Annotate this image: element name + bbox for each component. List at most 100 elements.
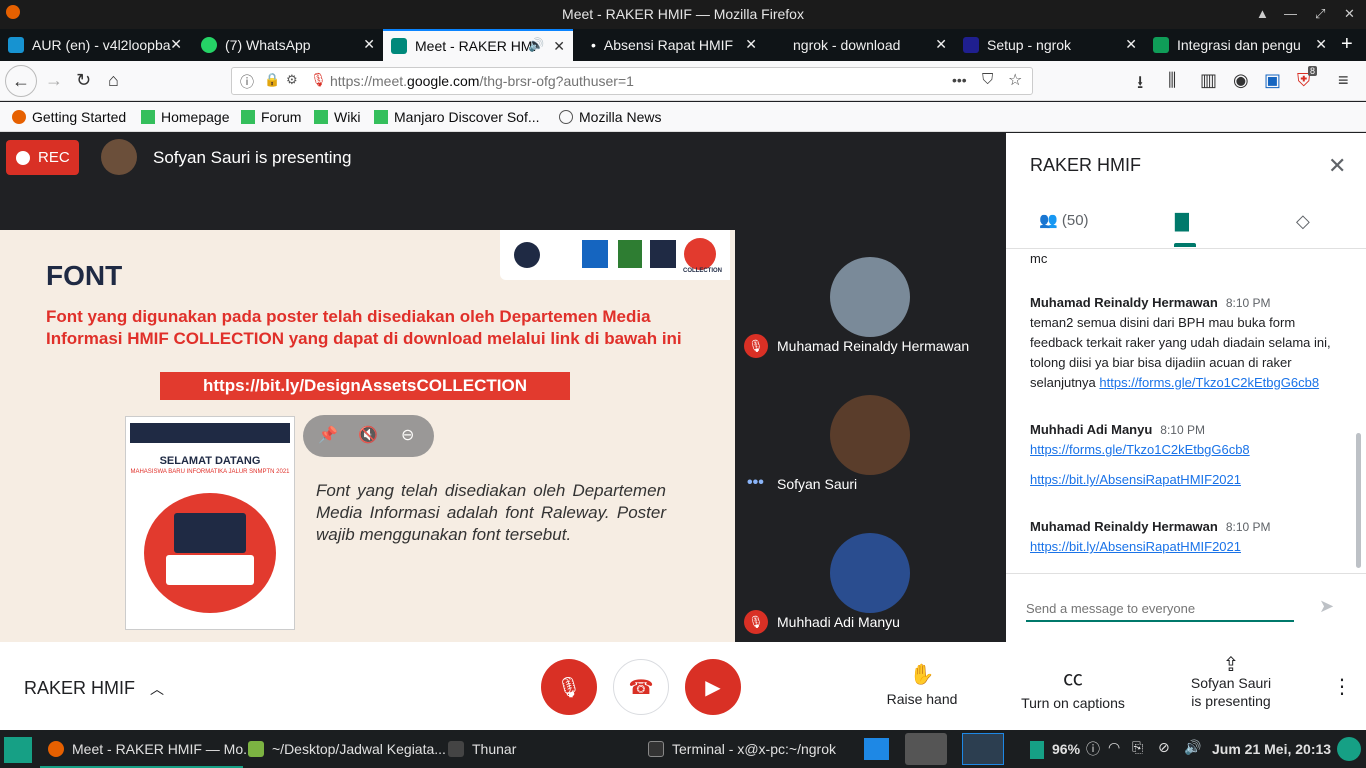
workspace-2-icon[interactable] <box>905 733 947 765</box>
wifi-icon[interactable]: ◠ <box>1108 739 1120 756</box>
camera-off-button[interactable]: ▶ <box>685 659 741 715</box>
clock[interactable]: Jum 21 Mei, 20:13 <box>1212 741 1331 757</box>
library-icon[interactable]: ⫼ <box>1168 70 1176 91</box>
send-icon[interactable]: ➤ <box>1319 596 1334 617</box>
mic-muted-icon[interactable]: ⊘ <box>1158 739 1170 756</box>
keep-above-icon[interactable]: ▲ <box>1256 6 1269 21</box>
taskbar-item-thunar[interactable]: Thunar <box>448 741 516 757</box>
raise-hand-button[interactable]: ✋ Raise hand <box>886 662 958 707</box>
close-tab-icon[interactable]: ✕ <box>1315 36 1327 53</box>
new-tab-icon[interactable]: + <box>1341 33 1353 56</box>
bookmark-star-icon[interactable]: ☆ <box>1008 70 1022 90</box>
message-link[interactable]: https://bit.ly/AbsensiRapatHMIF2021 <box>1030 472 1241 487</box>
message-link[interactable]: https://forms.gle/Tkzo1C2kEtbgG6cb8 <box>1030 442 1250 457</box>
forward-icon[interactable]: → <box>45 70 63 91</box>
workspace-3-icon[interactable] <box>962 733 1004 765</box>
bookmark-homepage[interactable]: Homepage <box>141 109 230 125</box>
close-window-icon[interactable]: ✕ <box>1344 6 1355 22</box>
mute-tile-icon[interactable]: 🔇 <box>358 425 378 445</box>
attachment-icon[interactable]: ⎘ <box>1132 739 1143 756</box>
pin-icon[interactable]: 📌 <box>318 425 338 445</box>
tab-people[interactable]: 👥 (50) <box>1039 211 1089 229</box>
mic-off-icon: 🎙 <box>744 334 768 358</box>
url-bar[interactable]: ⓘ 🔒 ⚙ 🎙 https://meet.google.com/thg-brsr… <box>231 67 1033 95</box>
manjaro-icon <box>141 110 155 124</box>
notification-icon[interactable]: ⓘ <box>1086 739 1100 759</box>
rec-label: REC <box>38 149 70 166</box>
workspace-1-icon[interactable] <box>864 738 889 760</box>
close-tab-icon[interactable]: ✕ <box>553 38 565 55</box>
power-icon[interactable] <box>1337 737 1361 761</box>
microphone-permission-icon[interactable]: 🎙 <box>310 72 327 88</box>
menu-icon[interactable]: ≡ <box>1338 70 1349 91</box>
present-button[interactable]: ⇪ Sofyan Sauri is presenting <box>1186 655 1276 710</box>
tab-ngrok-setup[interactable]: Setup - ngrok ✕ <box>955 29 1145 61</box>
sidebar-icon[interactable]: ▥ <box>1200 70 1217 91</box>
tab-whatsapp[interactable]: (7) WhatsApp ✕ <box>193 29 383 61</box>
taskbar-item-terminal[interactable]: Terminal - x@x-pc:~/ngrok <box>648 741 836 757</box>
pocket-icon[interactable]: ⛉ <box>982 71 993 88</box>
tab-activities[interactable]: ◇ <box>1296 211 1310 232</box>
close-panel-icon[interactable]: ✕ <box>1328 153 1346 179</box>
manjaro-icon <box>241 110 255 124</box>
message-link[interactable]: https://forms.gle/Tkzo1C2kEtbgG6cb8 <box>1099 375 1319 390</box>
more-options-icon[interactable]: ⋮ <box>1332 674 1352 699</box>
chat-scrollbar[interactable] <box>1356 433 1361 568</box>
meeting-details[interactable]: RAKER HMIF ︿ <box>24 678 164 699</box>
taskbar-item-editor[interactable]: ~/Desktop/Jadwal Kegiata... <box>248 741 446 757</box>
ngrok-icon <box>963 37 979 53</box>
permissions-icon[interactable]: ⚙ <box>286 72 298 88</box>
tab-aur[interactable]: AUR (en) - v4l2loopba ✕ <box>0 29 190 61</box>
bookmark-label: Mozilla News <box>579 109 662 125</box>
sheets-icon <box>1153 37 1169 53</box>
captions-button[interactable]: ㏄ Turn on captions <box>1018 662 1128 711</box>
captions-icon: ㏄ <box>1063 668 1083 690</box>
leave-call-button[interactable]: ☎ <box>613 659 669 715</box>
page-actions-icon[interactable]: ••• <box>952 72 967 88</box>
info-icon[interactable]: ⓘ <box>240 72 254 92</box>
home-icon[interactable]: ⌂ <box>108 70 119 91</box>
taskbar-label: Meet - RAKER HMIF — Mo... <box>72 741 255 757</box>
reload-icon[interactable]: ↻ <box>76 70 91 91</box>
hand-icon: ✋ <box>909 664 935 686</box>
message-time: 8:10 PM <box>1225 296 1271 310</box>
close-tab-icon[interactable]: ✕ <box>363 36 375 53</box>
tab-chat[interactable]: ▇ <box>1175 211 1189 232</box>
bookmark-wiki[interactable]: Wiki <box>314 109 360 125</box>
close-tab-icon[interactable]: ✕ <box>170 36 182 53</box>
tab-label: ngrok - download <box>793 37 901 53</box>
back-icon[interactable]: ← <box>5 65 37 97</box>
lock-icon[interactable]: 🔒 <box>264 72 280 88</box>
bookmark-forum[interactable]: Forum <box>241 109 301 125</box>
microphone-off-button[interactable]: 🎙 <box>541 659 597 715</box>
app-menu-icon[interactable] <box>4 737 32 763</box>
close-tab-icon[interactable]: ✕ <box>1125 36 1137 53</box>
account-icon[interactable]: ◉ <box>1233 70 1249 91</box>
tab-meet[interactable]: Meet - RAKER HMI 🔊 ✕ <box>383 29 573 61</box>
extension-icon[interactable]: ▣ <box>1264 70 1281 91</box>
recording-indicator[interactable]: REC <box>6 140 79 175</box>
close-tab-icon[interactable]: ✕ <box>745 36 757 53</box>
downloads-icon[interactable]: ⭳ <box>1137 70 1143 100</box>
chat-input[interactable] <box>1026 596 1294 622</box>
tab-ngrok-download[interactable]: ngrok - download ✕ <box>765 29 955 61</box>
camera-off-icon: ▶ <box>705 676 721 699</box>
meeting-name: RAKER HMIF <box>24 678 136 698</box>
remove-icon[interactable]: ⊖ <box>401 425 414 445</box>
battery-icon[interactable] <box>1030 741 1044 759</box>
speaker-icon[interactable]: 🔊 <box>528 37 544 53</box>
tile-controls[interactable]: 📌 🔇 ⊖ <box>303 415 434 457</box>
bookmark-mozilla-news[interactable]: Mozilla News <box>559 109 661 125</box>
message-link[interactable]: https://bit.ly/AbsensiRapatHMIF2021 <box>1030 539 1241 554</box>
volume-icon[interactable]: 🔊 <box>1184 739 1201 756</box>
tab-integrasi[interactable]: Integrasi dan pengu ✕ <box>1145 29 1335 61</box>
minimize-icon[interactable]: — <box>1284 6 1297 21</box>
tab-absensi[interactable]: • Absensi Rapat HMIF ✕ <box>575 29 765 61</box>
url-text[interactable]: https://meet.google.com/thg-brsr-ofg?aut… <box>330 73 634 89</box>
extension-badge: 8 <box>1308 66 1318 76</box>
bookmark-manjaro-discover[interactable]: Manjaro Discover Sof... <box>374 109 540 125</box>
taskbar-item-firefox[interactable]: Meet - RAKER HMIF — Mo... <box>48 741 255 757</box>
bookmark-getting-started[interactable]: Getting Started <box>12 109 126 125</box>
close-tab-icon[interactable]: ✕ <box>935 36 947 53</box>
maximize-icon[interactable]: ⤢ <box>1315 6 1325 22</box>
